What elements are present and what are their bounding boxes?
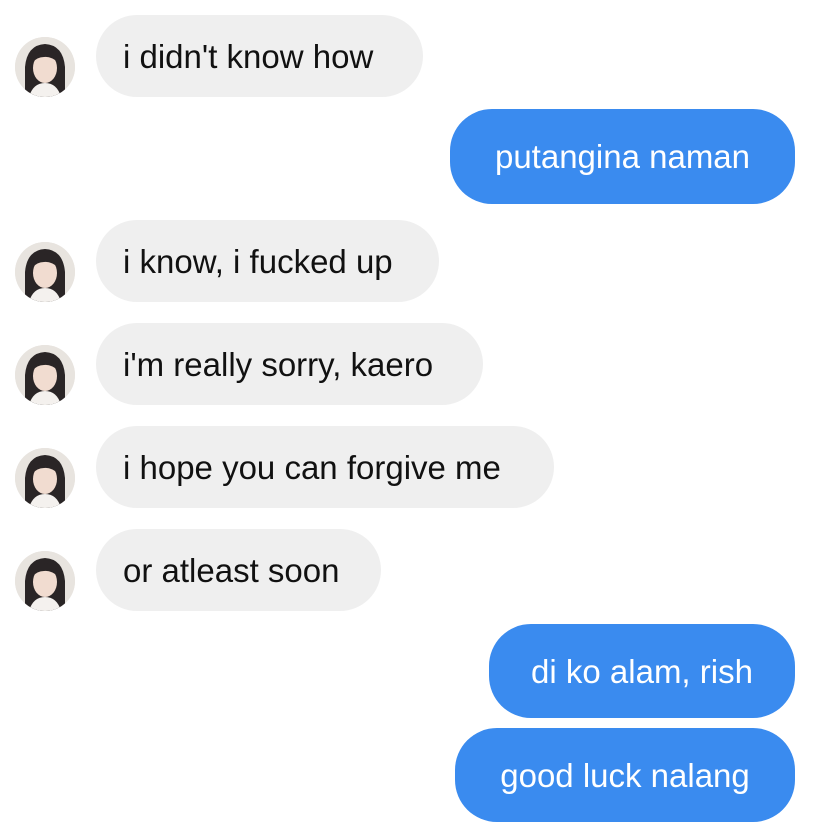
contact-avatar-icon[interactable] — [15, 37, 75, 97]
contact-avatar-icon[interactable] — [15, 551, 75, 611]
contact-avatar-icon[interactable] — [15, 345, 75, 405]
message-bubble[interactable]: putangina naman — [450, 109, 795, 204]
contact-avatar-icon[interactable] — [15, 448, 75, 508]
message-bubble[interactable]: i'm really sorry, kaero — [96, 323, 483, 405]
message-bubble[interactable]: di ko alam, rish — [489, 624, 795, 718]
message-bubble[interactable]: i hope you can forgive me — [96, 426, 554, 508]
contact-avatar-icon[interactable] — [15, 242, 75, 302]
message-bubble[interactable]: good luck nalang — [455, 728, 795, 822]
message-bubble[interactable]: i didn't know how — [96, 15, 423, 97]
message-bubble[interactable]: or atleast soon — [96, 529, 381, 611]
message-bubble[interactable]: i know, i fucked up — [96, 220, 439, 302]
